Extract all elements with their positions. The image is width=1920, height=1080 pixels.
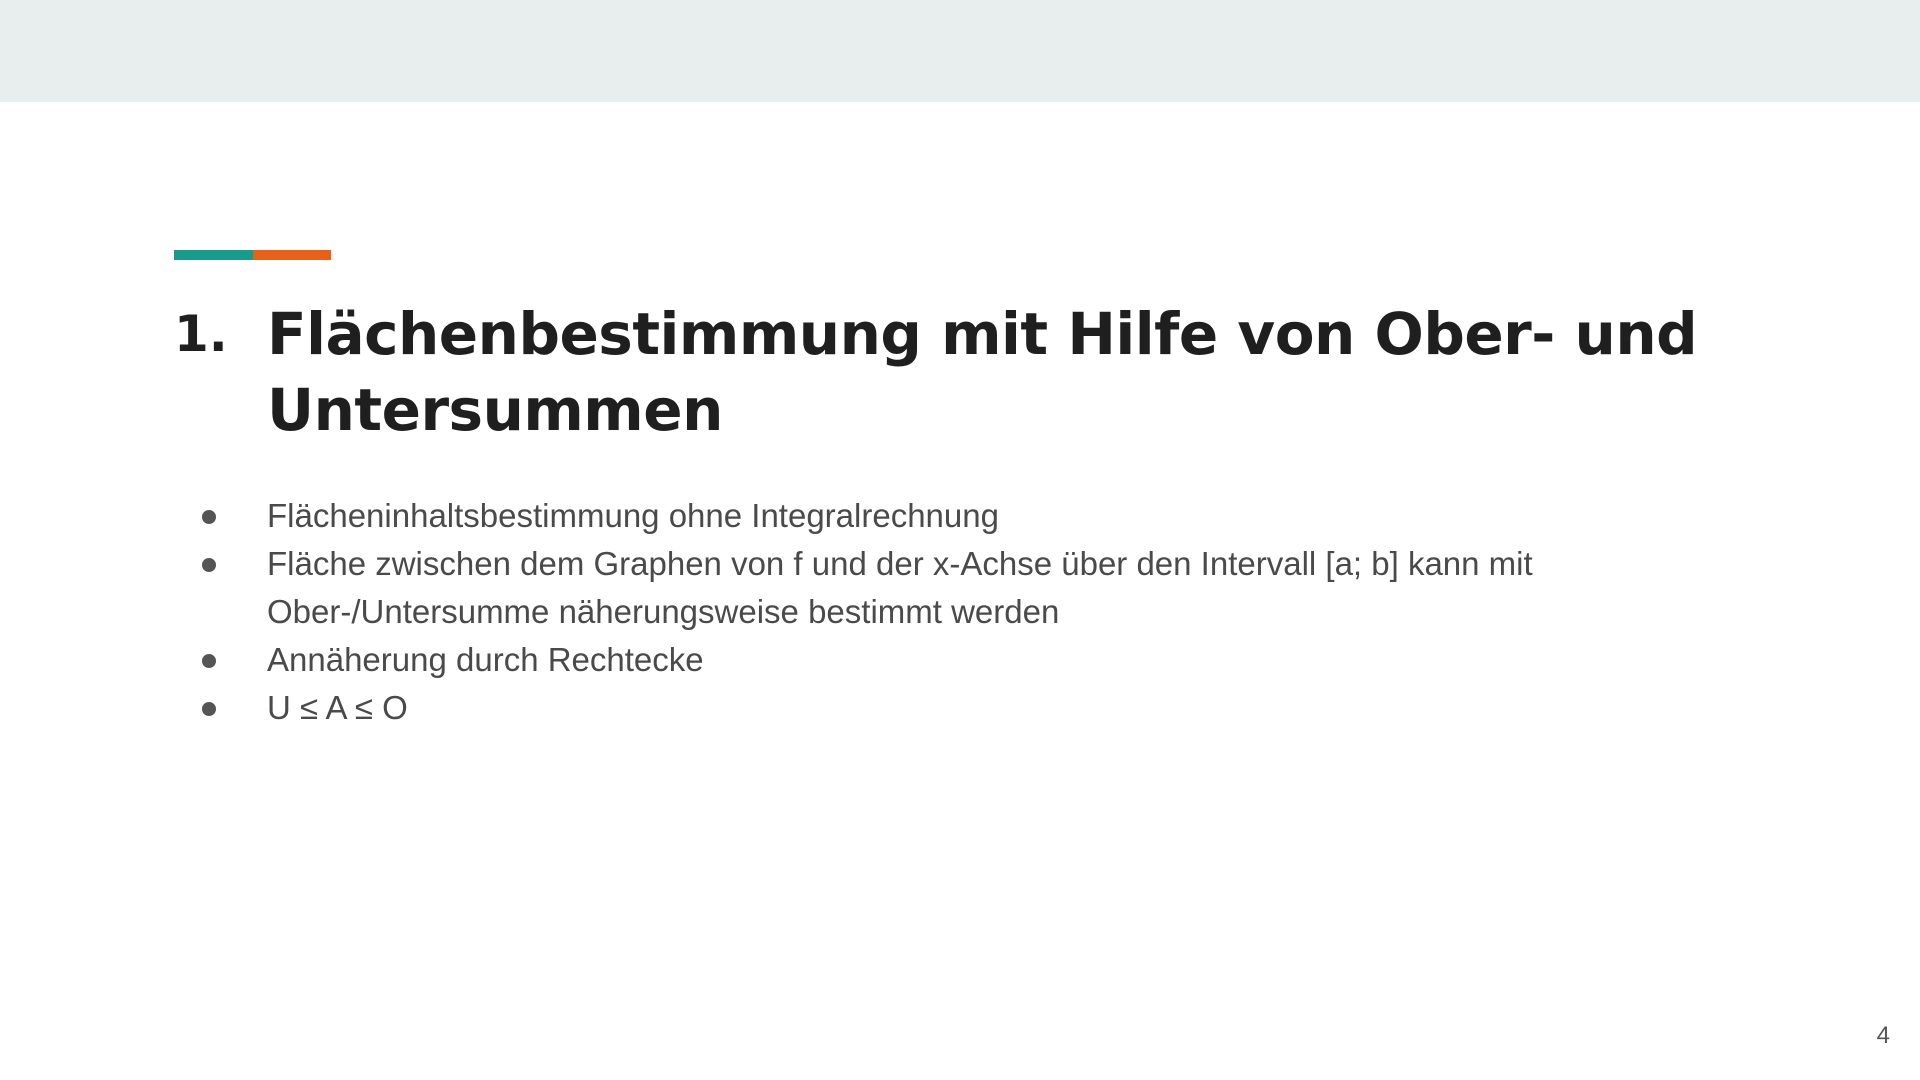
slide-title: 1. Flächenbestimmung mit Hilfe von Ober-… <box>174 296 1734 448</box>
bullet-text: Annäherung durch Rechtecke <box>267 641 704 678</box>
title-line-2: Untersummen <box>267 376 723 444</box>
accent-bar <box>174 250 331 260</box>
title-text: Flächenbestimmung mit Hilfe von Ober- un… <box>267 296 1734 448</box>
bullet-item: Annäherung durch Rechtecke <box>174 636 1674 684</box>
title-number: 1. <box>174 305 228 363</box>
title-line-1: Flächenbestimmung mit Hilfe von Ober- un… <box>267 300 1698 368</box>
bullet-dot-icon <box>202 702 216 716</box>
bullet-dot-icon <box>202 654 216 668</box>
bullet-dot-icon <box>202 558 216 572</box>
accent-bar-teal <box>174 250 253 260</box>
page-number: 4 <box>1876 1022 1890 1049</box>
top-band <box>0 0 1920 102</box>
bullet-text: Flächeninhaltsbestimmung ohne Integralre… <box>267 497 999 534</box>
bullet-text: U ≤ A ≤ O <box>267 689 408 726</box>
bullet-dot-icon <box>202 510 216 524</box>
bullet-text: Fläche zwischen dem Graphen von f und de… <box>267 545 1533 630</box>
accent-bar-orange <box>253 250 331 260</box>
slide: 1. Flächenbestimmung mit Hilfe von Ober-… <box>0 0 1920 1080</box>
bullet-item: U ≤ A ≤ O <box>174 684 1674 732</box>
bullet-item: Flächeninhaltsbestimmung ohne Integralre… <box>174 492 1674 540</box>
bullet-item: Fläche zwischen dem Graphen von f und de… <box>174 540 1674 636</box>
bullet-list: Flächeninhaltsbestimmung ohne Integralre… <box>174 492 1674 732</box>
